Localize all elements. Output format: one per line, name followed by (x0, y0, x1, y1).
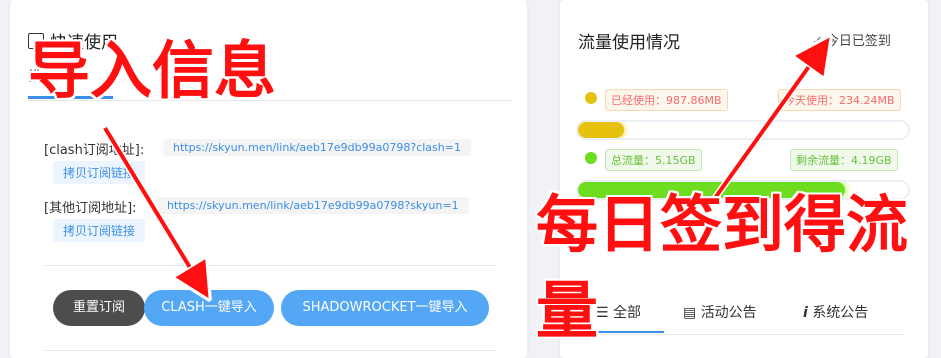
remaining-traffic-badge: 剩余流量：4.19GB (790, 149, 898, 171)
signed-in-label: 今日已签到 (825, 34, 891, 49)
buttons-top-divider (44, 265, 497, 266)
tab-active-underline (590, 331, 664, 333)
check-icon: ✓ (812, 34, 823, 49)
remaining-dot-icon (585, 152, 597, 164)
buttons-bottom-divider (44, 350, 497, 351)
info-icon: i (803, 305, 808, 321)
tab-all-label: 全部 (613, 305, 642, 321)
tabs-divider (575, 334, 905, 335)
reset-subscription-button[interactable]: 重置订阅 (53, 290, 145, 326)
clash-sub-url[interactable]: https://skyun.men/link/aeb17e9db99a0798?… (163, 139, 471, 156)
tab-system[interactable]: i 系统公告 (803, 302, 868, 322)
used-progress-bar (576, 120, 910, 140)
other-sub-label: [其他订阅地址]: (44, 201, 137, 216)
checkin-reward-overlay-line1: 每日签到得流 (536, 188, 909, 261)
other-sub-url[interactable]: https://skyun.men/link/aeb17e9db99a0798?… (157, 197, 469, 214)
import-info-overlay: 导入信息 (28, 34, 277, 107)
shadowrocket-import-button[interactable]: SHADOWROCKET一键导入 (281, 290, 489, 326)
used-dot-icon (585, 92, 597, 104)
clash-import-button[interactable]: CLASH一键导入 (144, 290, 274, 326)
used-total-badge: 已经使用：987.86MB (605, 89, 728, 111)
signed-in-status[interactable]: ✓ 今日已签到 (812, 30, 891, 49)
tab-activity[interactable]: ▤ 活动公告 (683, 302, 757, 322)
used-today-badge: 今天使用：234.24MB (778, 89, 901, 111)
traffic-title: 流量使用情况 (578, 33, 680, 53)
total-traffic-badge: 总流量：5.15GB (605, 149, 702, 171)
other-copy-button[interactable]: 拷贝订阅链接 (53, 219, 146, 242)
document-icon: ▤ (683, 305, 697, 321)
used-progress-fill (578, 122, 625, 138)
tab-system-label: 系统公告 (812, 305, 869, 321)
clash-sub-label: [clash订阅地址]: (44, 143, 145, 158)
clash-copy-button[interactable]: 拷贝订阅链接 (53, 161, 146, 184)
tab-activity-label: 活动公告 (700, 305, 757, 321)
tab-all[interactable]: ☰ 全部 (596, 302, 641, 322)
checkin-reward-overlay-line2: 量 (536, 274, 599, 347)
